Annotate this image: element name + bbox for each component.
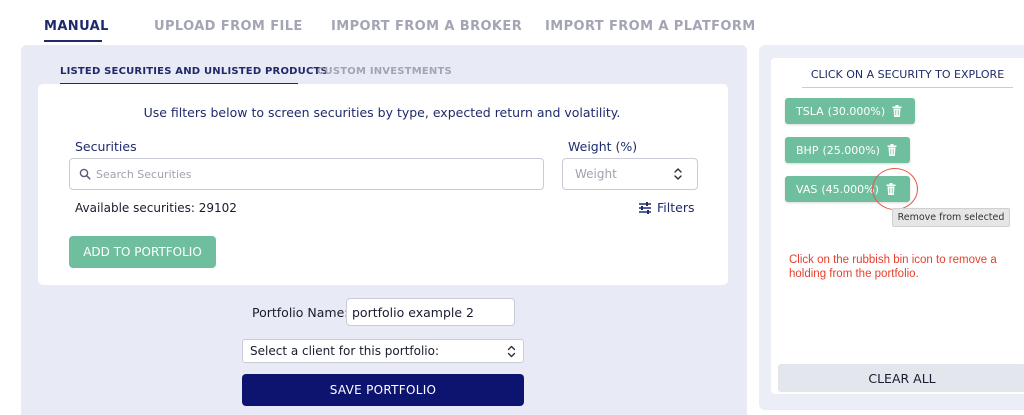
tab-import-from-broker[interactable]: IMPORT FROM A BROKER xyxy=(331,19,522,34)
weight-label: Weight (%) xyxy=(568,139,638,154)
save-portfolio-button[interactable]: SAVE PORTFOLIO xyxy=(242,374,524,406)
add-to-portfolio-button[interactable]: ADD TO PORTFOLIO xyxy=(69,236,216,268)
portfolio-name-label: Portfolio Name: xyxy=(252,305,349,320)
filter-hint-text: Use filters below to screen securities b… xyxy=(143,105,621,120)
client-select-value: Select a client for this portfolio: xyxy=(250,344,440,358)
filters-label: Filters xyxy=(657,200,695,215)
weight-input[interactable] xyxy=(575,159,670,189)
sliders-icon xyxy=(639,201,651,214)
security-chip-bhp[interactable]: BHP (25.000%) xyxy=(785,137,910,163)
security-chip-tsla[interactable]: TSLA (30.000%) xyxy=(785,98,915,124)
tab-manual[interactable]: MANUAL xyxy=(44,19,109,34)
trash-highlight-circle xyxy=(872,168,918,210)
filters-button[interactable]: Filters xyxy=(638,200,694,215)
tab-import-from-platform[interactable]: IMPORT FROM A PLATFORM xyxy=(545,19,756,34)
subtab-custom-investments[interactable]: CUSTOM INVESTMENTS xyxy=(317,66,452,77)
securities-label: Securities xyxy=(75,139,137,154)
security-search-box xyxy=(69,158,544,190)
tab-upload-from-file[interactable]: UPLOAD FROM FILE xyxy=(154,19,303,34)
chip-weight: (25.000%) xyxy=(822,143,880,157)
portfolio-builder: MANUAL UPLOAD FROM FILE IMPORT FROM A BR… xyxy=(0,0,1024,415)
client-select[interactable]: Select a client for this portfolio: xyxy=(242,339,524,363)
chevron-up-down-icon[interactable] xyxy=(673,167,683,181)
trash-icon[interactable] xyxy=(887,144,897,156)
chip-ticker: BHP xyxy=(796,143,819,157)
chip-ticker: VAS xyxy=(796,182,818,196)
chip-ticker: TSLA xyxy=(796,104,824,118)
security-search-input[interactable] xyxy=(96,159,536,189)
clear-all-button[interactable]: CLEAR ALL xyxy=(778,364,1024,392)
chip-weight: (45.000%) xyxy=(821,182,879,196)
trash-icon[interactable] xyxy=(892,105,902,117)
remove-tooltip: Remove from selected xyxy=(892,208,1010,227)
chip-weight: (30.000%) xyxy=(827,104,886,118)
remove-instruction-annotation: Click on the rubbish bin icon to remove … xyxy=(789,254,997,280)
portfolio-name-input[interactable] xyxy=(346,298,515,326)
search-icon xyxy=(79,168,91,180)
weight-field xyxy=(562,158,698,190)
available-securities-count: Available securities: 29102 xyxy=(75,201,237,215)
chevron-up-down-icon xyxy=(507,345,516,358)
explore-title: CLICK ON A SECURITY TO EXPLORE xyxy=(802,68,1013,88)
subtab-listed-securities[interactable]: LISTED SECURITIES AND UNLISTED PRODUCTS xyxy=(60,66,328,77)
tab-active-underline xyxy=(44,40,102,42)
